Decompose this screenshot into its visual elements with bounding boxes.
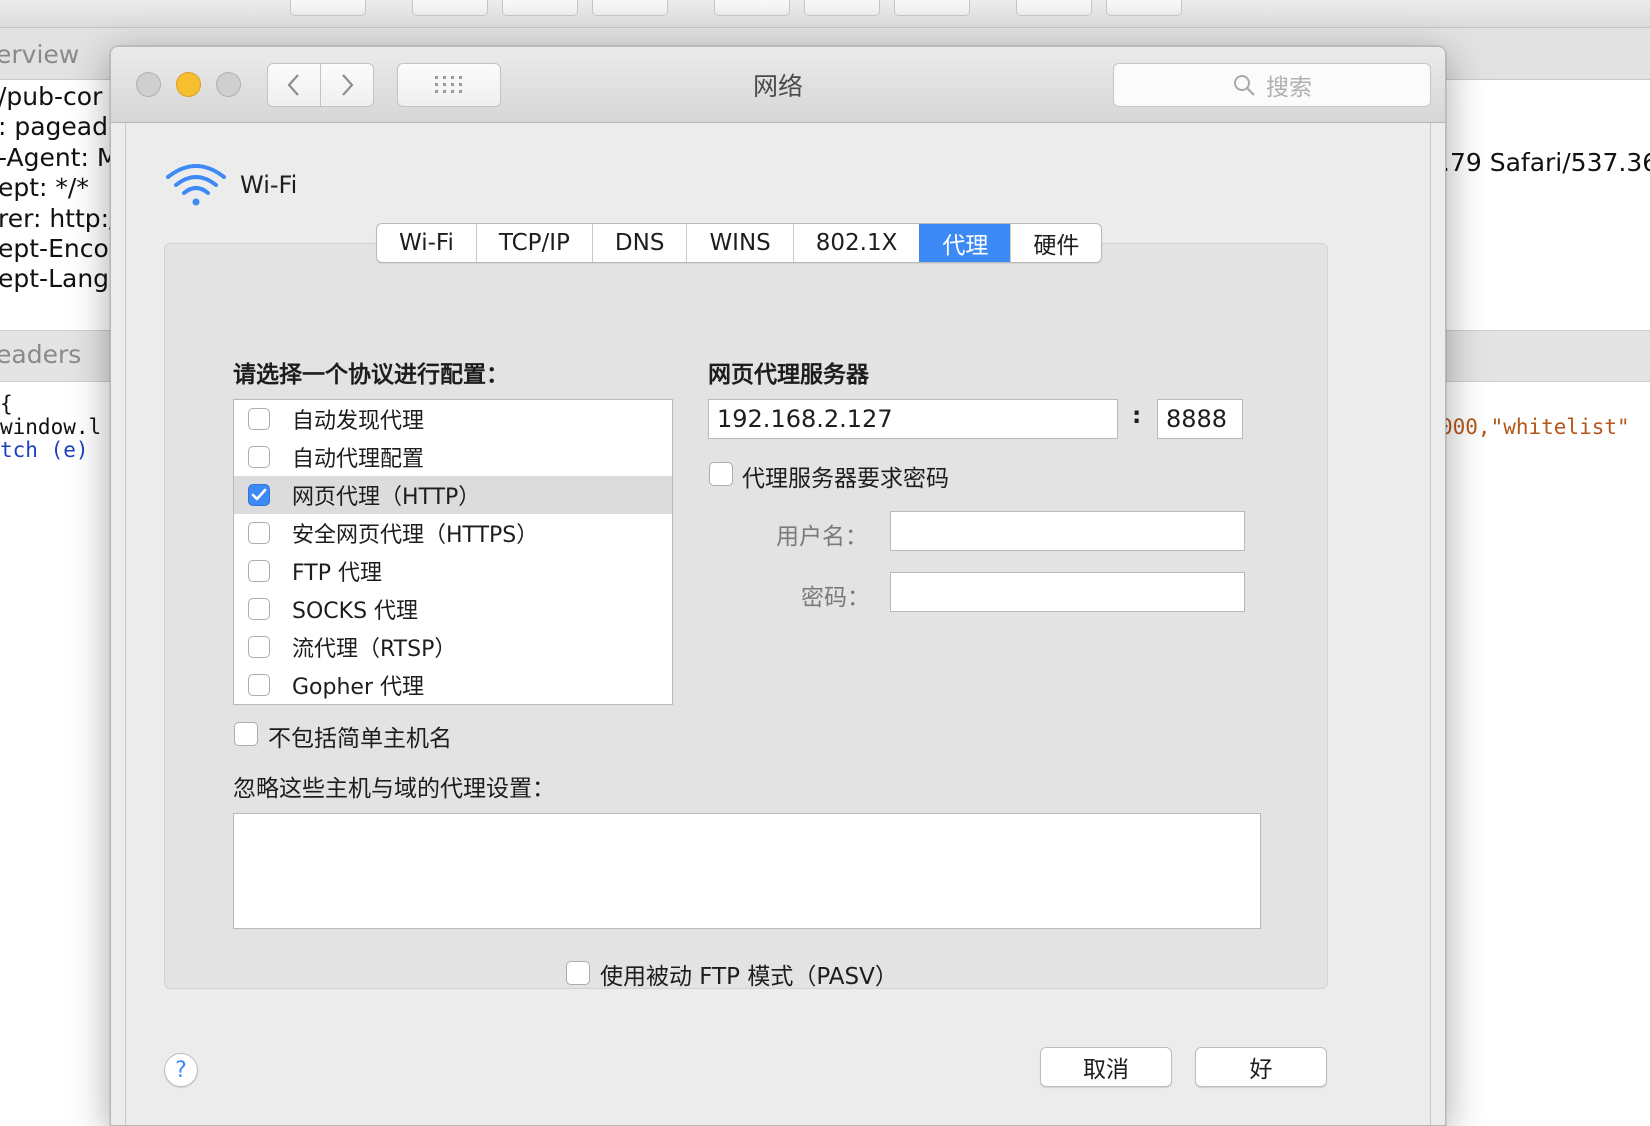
protocol-checkbox[interactable] bbox=[248, 598, 270, 620]
protocol-label: 自动代理配置 bbox=[292, 447, 425, 472]
protocol-checkbox[interactable] bbox=[248, 636, 270, 658]
background-tool-button[interactable] bbox=[894, 0, 970, 16]
background-user-agent-tail: .79 Safari/537.36 bbox=[1442, 148, 1650, 177]
background-tool-button[interactable] bbox=[592, 0, 668, 16]
protocol-list: 自动发现代理 自动代理配置 网页代理（HTTP） 安全网页代理（HTTPS） F… bbox=[233, 399, 673, 705]
background-code-line: tch (e) bbox=[0, 438, 89, 462]
tab-8021x[interactable]: 802.1X bbox=[792, 224, 920, 262]
protocol-label: SOCKS 代理 bbox=[292, 599, 419, 624]
background-code-string: "whitelist" bbox=[1490, 415, 1630, 439]
protocol-item-auto-config[interactable]: 自动代理配置 bbox=[234, 438, 672, 476]
settings-tabs: Wi-Fi TCP/IP DNS WINS 802.1X 代理 硬件 bbox=[376, 223, 1103, 263]
background-tool-button[interactable] bbox=[290, 0, 366, 16]
background-code-line: { bbox=[0, 392, 13, 416]
protocol-item-auto-discovery[interactable]: 自动发现代理 bbox=[234, 400, 672, 438]
exclude-simple-hostnames-label: 不包括简单主机名 bbox=[268, 726, 452, 752]
tab-hardware[interactable]: 硬件 bbox=[1010, 224, 1101, 262]
protocol-label: 流代理（RTSP） bbox=[292, 637, 457, 662]
requires-password-checkbox[interactable] bbox=[709, 462, 733, 486]
ok-button[interactable]: 好 bbox=[1195, 1047, 1327, 1087]
protocol-item-rtsp[interactable]: 流代理（RTSP） bbox=[234, 628, 672, 666]
protocol-checkbox[interactable] bbox=[248, 484, 270, 506]
username-input[interactable] bbox=[890, 511, 1245, 551]
port-separator: : bbox=[1132, 403, 1142, 429]
bypass-heading: 忽略这些主机与域的代理设置： bbox=[233, 776, 555, 802]
tab-proxies[interactable]: 代理 bbox=[919, 224, 1011, 262]
background-tool-button[interactable] bbox=[1016, 0, 1092, 16]
proxy-server-input[interactable]: 192.168.2.127 bbox=[708, 399, 1118, 439]
background-header-line: -Agent: M bbox=[0, 143, 119, 172]
password-input[interactable] bbox=[890, 572, 1245, 612]
search-field[interactable]: 搜索 bbox=[1113, 63, 1431, 107]
background-section-headers[interactable]: eaders bbox=[0, 340, 81, 369]
tab-tcpip[interactable]: TCP/IP bbox=[475, 224, 592, 262]
exclude-simple-hostnames-checkbox[interactable] bbox=[234, 722, 258, 746]
tab-wifi[interactable]: Wi-Fi bbox=[377, 224, 476, 262]
background-header-line: : pagead bbox=[0, 112, 108, 141]
protocol-label: 自动发现代理 bbox=[292, 409, 425, 434]
search-icon bbox=[1234, 75, 1255, 96]
interface-name: Wi-Fi bbox=[240, 171, 298, 199]
proxy-server-heading: 网页代理服务器 bbox=[708, 362, 869, 388]
search-placeholder: 搜索 bbox=[1266, 75, 1312, 101]
background-header-line: ept: */* bbox=[0, 173, 89, 202]
background-tool-button[interactable] bbox=[714, 0, 790, 16]
protocol-label: FTP 代理 bbox=[292, 561, 382, 586]
help-button[interactable]: ? bbox=[164, 1053, 198, 1087]
background-header-line: ept-Langu bbox=[0, 264, 125, 293]
protocol-item-ftp[interactable]: FTP 代理 bbox=[234, 552, 672, 590]
requires-password-label: 代理服务器要求密码 bbox=[742, 466, 949, 492]
background-code-right: 000,"whitelist" bbox=[1440, 415, 1630, 439]
bypass-hosts-textarea[interactable] bbox=[233, 813, 1261, 929]
protocol-item-gopher[interactable]: Gopher 代理 bbox=[234, 666, 672, 704]
protocol-checkbox[interactable] bbox=[248, 560, 270, 582]
protocol-item-http[interactable]: 网页代理（HTTP） bbox=[234, 476, 672, 514]
background-header-line: /pub-cor bbox=[0, 82, 103, 111]
protocol-item-socks[interactable]: SOCKS 代理 bbox=[234, 590, 672, 628]
background-tool-button[interactable] bbox=[502, 0, 578, 16]
checkmark-icon bbox=[251, 488, 267, 501]
protocol-checkbox[interactable] bbox=[248, 522, 270, 544]
protocol-checkbox[interactable] bbox=[248, 674, 270, 696]
passive-ftp-checkbox[interactable] bbox=[566, 961, 590, 985]
protocol-item-https[interactable]: 安全网页代理（HTTPS） bbox=[234, 514, 672, 552]
protocol-label: 安全网页代理（HTTPS） bbox=[292, 523, 539, 548]
background-header-line: ept-Encoc bbox=[0, 234, 123, 263]
background-header-line: rer: http:/ bbox=[0, 204, 118, 233]
title-bar[interactable]: 网络 搜索 bbox=[111, 47, 1445, 123]
background-toolbar bbox=[0, 0, 1650, 28]
tab-dns[interactable]: DNS bbox=[591, 224, 687, 262]
cancel-button[interactable]: 取消 bbox=[1040, 1047, 1172, 1087]
passive-ftp-label: 使用被动 FTP 模式（PASV） bbox=[600, 964, 898, 990]
tab-wins[interactable]: WINS bbox=[686, 224, 792, 262]
proxy-port-input[interactable]: 8888 bbox=[1157, 399, 1243, 439]
advanced-settings-sheet: Wi-Fi Wi-Fi TCP/IP DNS WINS 802.1X 代理 硬件… bbox=[125, 123, 1431, 1125]
wifi-icon bbox=[166, 164, 226, 206]
network-preferences-window: 网络 搜索 Wi-Fi Wi-Fi TCP/IP DNS WINS 802.1X… bbox=[110, 46, 1446, 1126]
protocol-checkbox[interactable] bbox=[248, 408, 270, 430]
background-tool-button[interactable] bbox=[412, 0, 488, 16]
protocol-checkbox[interactable] bbox=[248, 446, 270, 468]
protocol-label: 网页代理（HTTP） bbox=[292, 485, 481, 510]
protocol-label: Gopher 代理 bbox=[292, 675, 424, 700]
protocol-heading: 请选择一个协议进行配置： bbox=[233, 362, 509, 388]
background-tab-overview[interactable]: erview bbox=[0, 40, 79, 69]
background-code-number: 000, bbox=[1440, 415, 1491, 439]
background-code-line: window.l bbox=[0, 415, 102, 439]
background-tool-button[interactable] bbox=[804, 0, 880, 16]
background-tool-button[interactable] bbox=[1106, 0, 1182, 16]
username-label: 用户名： bbox=[776, 524, 868, 550]
password-label: 密码： bbox=[801, 585, 870, 611]
